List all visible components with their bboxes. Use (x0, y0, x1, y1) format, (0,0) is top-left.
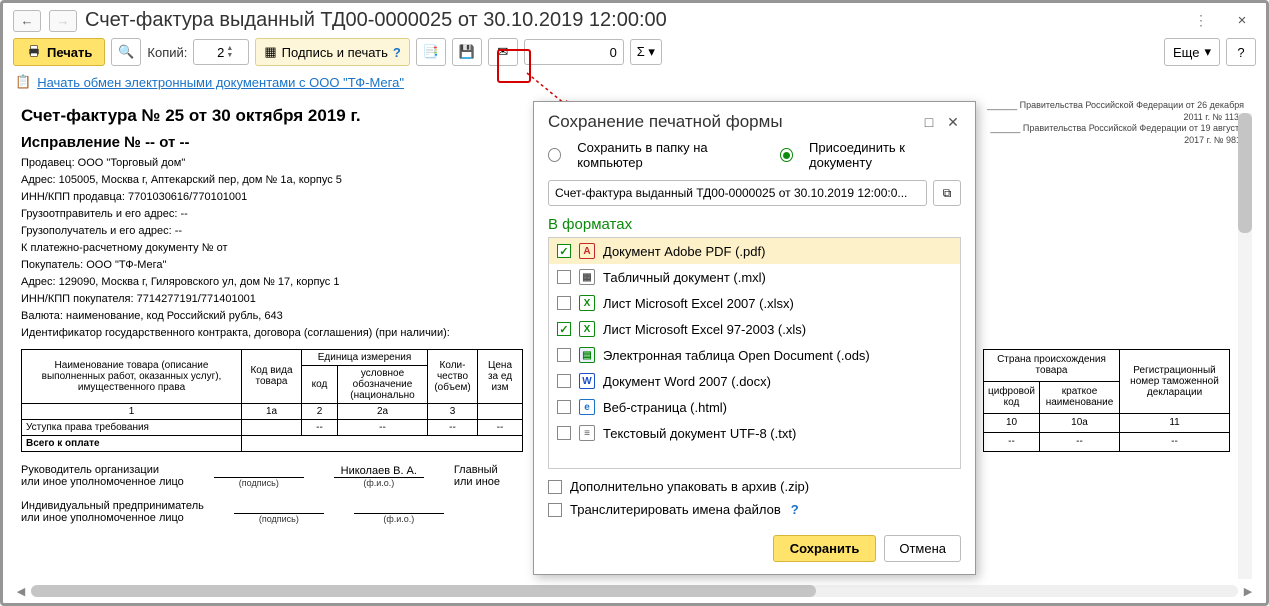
preview-button[interactable]: 🔍 (111, 38, 141, 66)
help-icon[interactable]: ? (393, 45, 401, 60)
diskette-icon: 💾 (459, 44, 475, 60)
format-label: Текстовый документ UTF-8 (.txt) (603, 426, 796, 441)
format-label: Веб-страница (.html) (603, 400, 727, 415)
format-checkbox[interactable] (557, 348, 571, 362)
format-label: Лист Microsoft Excel 97-2003 (.xls) (603, 322, 806, 337)
regulation-note: ______ Правительства Российской Федераци… (984, 100, 1244, 147)
format-item[interactable]: e Веб-страница (.html) (549, 394, 960, 420)
close-button[interactable]: × (1228, 10, 1256, 32)
format-item[interactable]: ▤ Электронная таблица Open Document (.od… (549, 342, 960, 368)
edit-template-button[interactable]: 📑 (416, 38, 446, 66)
filename-input[interactable] (548, 180, 927, 206)
formats-list[interactable]: A Документ Adobe PDF (.pdf) ▦ Табличный … (548, 237, 961, 469)
format-item[interactable]: ▦ Табличный документ (.mxl) (549, 264, 960, 290)
format-item[interactable]: A Документ Adobe PDF (.pdf) (549, 238, 960, 264)
print-button[interactable]: Печать (13, 38, 105, 66)
scroll-right-icon[interactable]: ▶ (1240, 583, 1256, 599)
start-edm-link[interactable]: Начать обмен электронными документами с … (37, 75, 404, 90)
format-item[interactable]: X Лист Microsoft Excel 2007 (.xlsx) (549, 290, 960, 316)
format-label: Табличный документ (.mxl) (603, 270, 766, 285)
sum-button[interactable]: Σ ▾ (630, 39, 662, 65)
ods-icon: ▤ (579, 347, 595, 363)
radio-save-folder[interactable] (548, 148, 561, 162)
format-checkbox[interactable] (557, 270, 571, 284)
pdf-icon: A (579, 243, 595, 259)
horizontal-scrollbar[interactable] (31, 585, 1238, 597)
format-checkbox[interactable] (557, 374, 571, 388)
sum-field[interactable] (524, 39, 624, 65)
txt-icon: ≡ (579, 425, 595, 441)
send-email-button[interactable]: ✉ (488, 38, 518, 66)
scroll-left-icon[interactable]: ◀ (13, 583, 29, 599)
save-print-form-dialog: Сохранение печатной формы □ ✕ Сохранить … (533, 101, 976, 575)
htm-icon: e (579, 399, 595, 415)
vertical-scrollbar[interactable] (1238, 113, 1252, 579)
mxl-icon: ▦ (579, 269, 595, 285)
table-edit-icon: 📑 (423, 44, 439, 60)
xls-icon: X (579, 295, 595, 311)
printer-icon (26, 43, 42, 62)
close-icon[interactable]: ✕ (945, 114, 961, 130)
save-button[interactable]: Сохранить (773, 535, 877, 562)
stamp-icon: ▦ (264, 44, 276, 60)
copies-stepper[interactable]: ▲▼ (193, 39, 249, 65)
doc-icon: W (579, 373, 595, 389)
format-checkbox[interactable] (557, 296, 571, 310)
xls-icon: X (579, 321, 595, 337)
format-checkbox[interactable] (557, 322, 571, 336)
maximize-icon[interactable]: □ (921, 114, 937, 130)
edm-icon: 📋 (15, 74, 31, 90)
format-label: Лист Microsoft Excel 2007 (.xlsx) (603, 296, 794, 311)
checkbox-zip[interactable] (548, 480, 562, 494)
format-label: Документ Adobe PDF (.pdf) (603, 244, 765, 259)
format-label: Документ Word 2007 (.docx) (603, 374, 771, 389)
help-icon[interactable]: ? (791, 502, 799, 517)
copies-label: Копий: (147, 45, 187, 60)
format-item[interactable]: W Документ Word 2007 (.docx) (549, 368, 960, 394)
format-label: Электронная таблица Open Document (.ods) (603, 348, 870, 363)
copies-input[interactable] (194, 45, 226, 60)
help-button[interactable]: ? (1226, 38, 1256, 66)
format-checkbox[interactable] (557, 400, 571, 414)
format-checkbox[interactable] (557, 426, 571, 440)
envelope-icon: ✉ (497, 44, 508, 60)
formats-section-title: В форматах (534, 216, 975, 237)
dialog-title: Сохранение печатной формы (548, 112, 913, 132)
more-button[interactable]: Еще ▾ (1164, 38, 1220, 66)
print-label: Печать (47, 45, 92, 60)
cancel-button[interactable]: Отмена (884, 535, 961, 562)
window-menu-icon[interactable]: ⋮ (1194, 12, 1210, 29)
invoice-table-right: Страна происхождения товара Регистрацион… (983, 349, 1230, 452)
format-item[interactable]: ≡ Текстовый документ UTF-8 (.txt) (549, 420, 960, 446)
format-item[interactable]: X Лист Microsoft Excel 97-2003 (.xls) (549, 316, 960, 342)
nav-back-button[interactable]: ← (13, 10, 41, 32)
sign-and-stamp-button[interactable]: ▦ Подпись и печать ? (255, 38, 409, 66)
page-title: Счет-фактура выданный ТД00-0000025 от 30… (85, 9, 1186, 32)
nav-forward-button[interactable]: → (49, 10, 77, 32)
save-file-button[interactable]: 💾 (452, 38, 482, 66)
magnifier-icon: 🔍 (118, 44, 134, 60)
format-checkbox[interactable] (557, 244, 571, 258)
radio-attach-doc[interactable] (780, 148, 793, 162)
checkbox-translit[interactable] (548, 503, 562, 517)
open-file-button[interactable]: ⧉ (933, 180, 961, 206)
invoice-table-left: Наименование товара (описание выполненны… (21, 349, 523, 452)
